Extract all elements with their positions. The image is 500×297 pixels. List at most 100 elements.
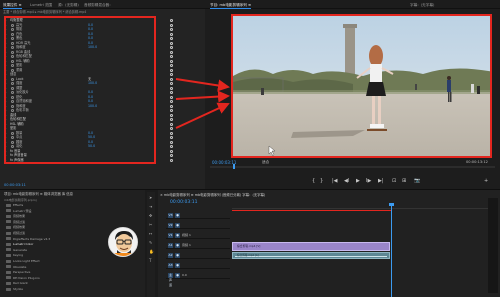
folder-icon (6, 287, 11, 291)
effects-list-item[interactable]: 视频效果 (13, 225, 25, 229)
keyframe-reset-icon[interactable] (170, 158, 173, 162)
project-path: mb电影剪辑序列.prproj (4, 198, 37, 202)
razor-tool-icon[interactable]: ✂ (149, 223, 152, 227)
track-visibility-icon[interactable]: ● (175, 222, 180, 228)
hand-tool-icon[interactable]: ✋ (149, 250, 154, 254)
mark-out-button[interactable]: } (320, 179, 323, 184)
folder-icon (6, 237, 11, 241)
tab-effect-controls[interactable]: 效果控件 ≡ (3, 2, 22, 9)
track-header[interactable]: A3 ● (166, 261, 230, 269)
folder-icon (6, 265, 11, 269)
track-header[interactable]: V1 ● 视频 1 (166, 231, 230, 239)
audio-meter (488, 198, 498, 293)
zoom-fit-select[interactable]: 适合 (262, 160, 269, 165)
selection-tool-icon[interactable]: ➤ (149, 196, 152, 200)
track-header[interactable]: V3 ● (166, 211, 230, 219)
effects-list-item[interactable]: Digieffects Damage v4.3 (13, 237, 50, 241)
folder-icon (6, 253, 11, 257)
track-label: 0.0 (182, 272, 187, 277)
effects-list-item[interactable]: Keying (13, 253, 23, 257)
export-frame-button[interactable]: 📷 (414, 179, 420, 184)
folder-icon (6, 214, 11, 218)
video-clip-label: 综合剪辑.mp4 [V] (237, 244, 261, 248)
annotation-highlight-box (4, 16, 156, 164)
effects-list-item[interactable]: Effects (13, 203, 23, 207)
timeline-tabs[interactable]: × mb电影剪辑序列 ≡ mb电影剪辑序列 (音频已分离) 字幕：(无字幕) (160, 192, 265, 197)
panel-tab-bar: 效果控件 ≡ Lumetri 范围 源：(无剪辑) 音频剪辑混合器： 节目: m… (0, 0, 500, 9)
track-select-tool-icon[interactable]: ⇥ (149, 205, 152, 209)
program-scrub-bar[interactable] (210, 166, 495, 168)
track-header[interactable]: A2 ● (166, 251, 230, 259)
tab-audio-clip-mixer[interactable]: 音频剪辑混合器： (84, 2, 113, 8)
tab-source[interactable]: 源：(无剪辑) (58, 2, 79, 8)
go-to-in-button[interactable]: |◀ (332, 179, 338, 184)
track-header[interactable]: V2 ● (166, 221, 230, 229)
track-target-button[interactable]: V3 (168, 212, 173, 218)
effects-list-item[interactable]: RE:Vision Plug-ins (13, 276, 40, 280)
track-visibility-icon[interactable]: ● (175, 242, 180, 248)
track-target-button[interactable]: A3 (168, 262, 173, 268)
extract-button[interactable]: ⊞ (402, 179, 406, 184)
folder-icon (6, 276, 11, 280)
track-visibility-icon[interactable]: ● (175, 272, 180, 278)
track-target-button[interactable]: V1 (168, 232, 173, 238)
play-button[interactable]: ▶ (356, 179, 360, 184)
folder-icon (6, 209, 11, 213)
effect-controls-sequence-label: 主要 * 综合剪辑.mp4 ▸ mb电影剪辑序列 * 综合剪辑.mp4 (3, 10, 87, 14)
track-header[interactable]: 主声道 ● 0.0 (166, 271, 230, 287)
button-editor-button[interactable]: + (484, 179, 488, 184)
video-clip[interactable]: 综合剪辑.mp4 [V] (232, 242, 390, 251)
folder-icon (6, 242, 11, 246)
go-to-out-button[interactable]: ▶| (378, 179, 384, 184)
effects-list-item[interactable]: Looks Light Effect (13, 259, 40, 263)
track-target-button[interactable]: A2 (168, 252, 173, 258)
slip-tool-icon[interactable]: ↔ (149, 232, 152, 236)
tab-program-monitor[interactable]: 节目: mb电影剪辑序列 ≡ (210, 2, 252, 9)
audio-clip-label: 综合剪辑.mp4 [A] (237, 254, 259, 257)
track-header[interactable]: A1 ● 音频 1 (166, 241, 230, 249)
tab-lumetri-scopes[interactable]: Lumetri 范围 (30, 2, 52, 8)
effects-list-item[interactable]: Generate (13, 248, 27, 252)
folder-icon (6, 281, 11, 285)
lift-button[interactable]: ⊡ (392, 179, 396, 184)
timeline-playhead[interactable] (391, 205, 392, 297)
folder-icon (6, 231, 11, 235)
track-target-button[interactable]: A1 (168, 242, 173, 248)
track-label: 音频 1 (182, 242, 191, 247)
timeline-playhead-handle[interactable] (389, 203, 394, 206)
step-forward-button[interactable]: I▶ (366, 179, 371, 184)
track-visibility-icon[interactable]: ● (175, 232, 180, 238)
effects-list-item[interactable]: Perspective (13, 270, 30, 274)
type-tool-icon[interactable]: T (149, 259, 151, 263)
effect-controls-timecode[interactable]: 00:00:03:11 (4, 183, 26, 187)
effects-list-item[interactable]: Lumetri Color (13, 242, 33, 246)
folder-icon (6, 259, 11, 263)
track-target-button[interactable]: 主声道 (168, 272, 173, 287)
mark-in-button[interactable]: { (312, 179, 315, 184)
folder-icon (6, 270, 11, 274)
effects-list-item[interactable]: 音频效果 (13, 214, 25, 218)
timeline-ruler[interactable] (232, 205, 498, 209)
project-panel-tabs[interactable]: 项目: mb电影剪辑序列 ≡ 媒体浏览器 库 信息 (4, 192, 144, 197)
track-visibility-icon[interactable]: ● (175, 212, 180, 218)
tab-captions[interactable]: 字幕：(无字幕) (410, 2, 434, 8)
folder-icon (6, 248, 11, 252)
program-playhead[interactable] (233, 164, 235, 169)
audio-clip[interactable]: 综合剪辑.mp4 [A] (232, 252, 390, 259)
track-target-button[interactable]: V2 (168, 222, 173, 228)
effects-list-item[interactable]: 视频过渡 (13, 231, 25, 235)
pen-tool-icon[interactable]: ✎ (149, 241, 152, 245)
effects-list-item[interactable]: Red Giant (13, 281, 28, 285)
timeline-timecode[interactable]: 00:00:03:11 (170, 200, 197, 205)
ripple-edit-tool-icon[interactable]: ✥ (149, 214, 152, 218)
effects-list-item[interactable]: Stylize (13, 287, 23, 291)
avatar (108, 227, 138, 257)
track-visibility-icon[interactable]: ● (175, 262, 180, 268)
effects-list-item[interactable]: Obsolete (13, 265, 26, 269)
effects-list-item[interactable]: Lumetri 预设 (13, 209, 32, 213)
folder-icon (6, 220, 11, 224)
program-duration: 00:00:13:12 (466, 160, 488, 164)
track-visibility-icon[interactable]: ● (175, 252, 180, 258)
effects-list-item[interactable]: 音频过渡 (13, 220, 25, 224)
step-back-button[interactable]: ◀I (344, 179, 349, 184)
